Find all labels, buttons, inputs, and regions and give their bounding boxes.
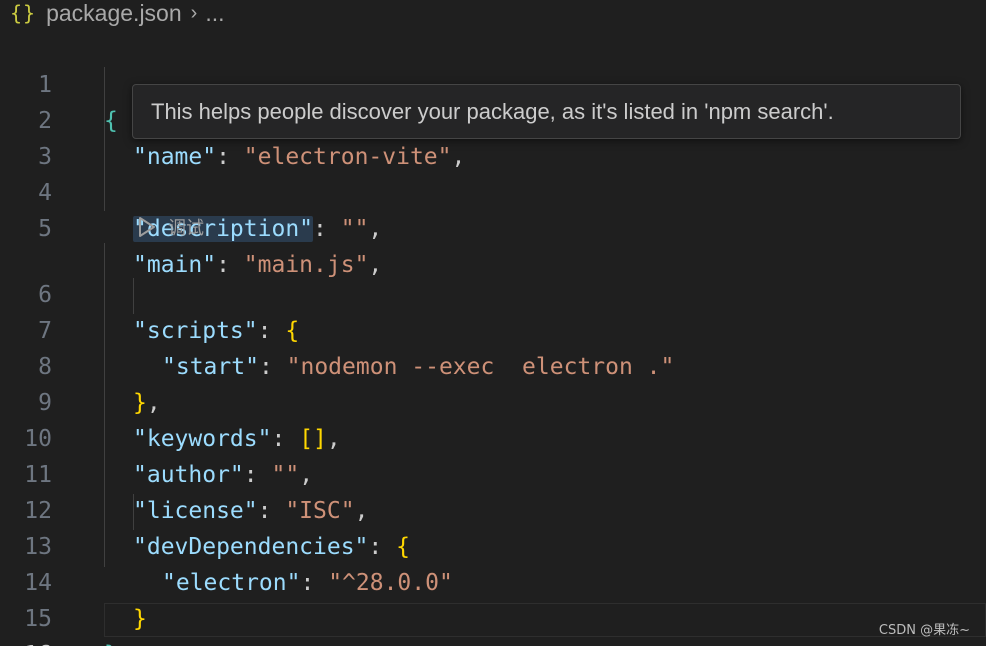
code-editor[interactable]: {} package.json › ... 1 { 2 "name": "ele… <box>0 0 986 646</box>
code-line[interactable]: 11 "license": "ISC", <box>0 421 986 524</box>
code-line[interactable]: 1 { <box>0 31 986 134</box>
text-cursor <box>105 608 107 632</box>
code-line[interactable]: 13 "electron": "^28.0.0" <box>0 493 986 596</box>
colon: : <box>313 216 341 242</box>
breadcrumb: {} package.json › ... <box>0 0 224 26</box>
code-line[interactable]: 6 "scripts": { <box>0 241 986 344</box>
play-outline-icon <box>139 217 155 237</box>
code-line[interactable]: 8 }, <box>0 313 986 416</box>
code-line[interactable]: 4 "description": "", <box>0 139 986 242</box>
code-line[interactable]: 15 } <box>0 565 986 646</box>
line-number: 16 <box>0 637 52 646</box>
code-line[interactable]: 5 "main": "main.js", <box>0 175 986 278</box>
code-line[interactable]: 7 "start": "nodemon --exec electron ." <box>0 277 986 380</box>
hover-tooltip: This helps people discover your package,… <box>132 84 961 139</box>
breadcrumb-file[interactable]: package.json <box>46 0 182 27</box>
brace-close: } <box>104 642 118 646</box>
watermark: CSDN @果冻~ <box>878 623 970 638</box>
code-line[interactable]: 14 } <box>0 529 986 632</box>
debug-label[interactable]: 调试 <box>168 214 204 240</box>
chevron-right-icon: › <box>190 1 198 24</box>
code-line[interactable]: 10 "author": "", <box>0 385 986 488</box>
debug-codelens[interactable]: 调试 <box>136 213 204 241</box>
comma: , <box>368 216 383 242</box>
code-line-current[interactable]: 16 <box>0 601 986 646</box>
json-string: "" <box>340 216 369 242</box>
code-line[interactable]: 12 "devDependencies": { <box>0 457 986 560</box>
json-file-icon: {} <box>10 1 37 25</box>
breadcrumb-more[interactable]: ... <box>205 0 224 27</box>
code-line[interactable]: 9 "keywords": [], <box>0 349 986 452</box>
